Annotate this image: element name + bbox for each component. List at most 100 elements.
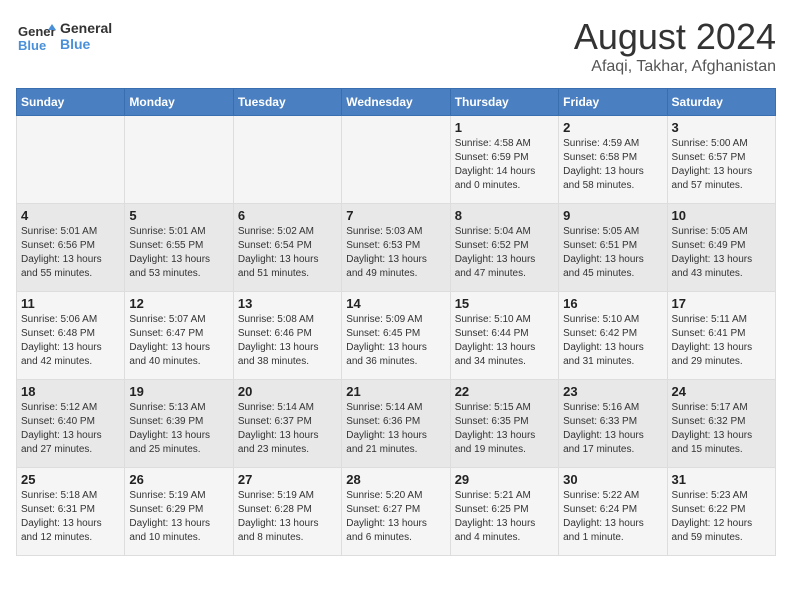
calendar-cell: 5Sunrise: 5:01 AM Sunset: 6:55 PM Daylig… xyxy=(125,204,233,292)
day-number: 15 xyxy=(455,296,554,311)
calendar-cell: 26 Sunrise: 5:19 AM Sunset: 6:29 PM Dayli… xyxy=(125,468,233,556)
calendar-cell: 28 Sunrise: 5:20 AM Sunset: 6:27 PM Dayli… xyxy=(342,468,450,556)
calendar-cell: 10 Sunrise: 5:05 AM Sunset: 6:49 PM Dayli… xyxy=(667,204,775,292)
calendar-cell: 31 Sunrise: 5:23 AM Sunset: 6:22 PM Dayli… xyxy=(667,468,775,556)
day-number: 27 xyxy=(238,472,337,487)
calendar-cell: 9 Sunrise: 5:05 AM Sunset: 6:51 PM Daylig… xyxy=(559,204,667,292)
calendar-week-2: 4Sunrise: 5:01 AM Sunset: 6:56 PM Daylig… xyxy=(17,204,776,292)
day-number: 29 xyxy=(455,472,554,487)
day-number: 20 xyxy=(238,384,337,399)
calendar-cell: 18 Sunrise: 5:12 AM Sunset: 6:40 PM Dayli… xyxy=(17,380,125,468)
day-number: 5 xyxy=(129,208,228,223)
calendar-cell: 22Sunrise: 5:15 AM Sunset: 6:35 PM Dayli… xyxy=(450,380,558,468)
day-number: 26 xyxy=(129,472,228,487)
day-info: Sunrise: 5:20 AM Sunset: 6:27 PM Dayligh… xyxy=(346,489,445,545)
logo-line1: General xyxy=(60,20,112,36)
calendar-table: SundayMondayTuesdayWednesdayThursdayFrid… xyxy=(16,88,776,556)
day-number: 3 xyxy=(672,120,771,135)
day-number: 1 xyxy=(455,120,554,135)
calendar-cell: 30Sunrise: 5:22 AM Sunset: 6:24 PM Dayli… xyxy=(559,468,667,556)
calendar-cell: 29 Sunrise: 5:21 AM Sunset: 6:25 PM Dayli… xyxy=(450,468,558,556)
day-number: 9 xyxy=(563,208,662,223)
calendar-cell: 27 Sunrise: 5:19 AM Sunset: 6:28 PM Dayli… xyxy=(233,468,341,556)
day-number: 28 xyxy=(346,472,445,487)
day-info: Sunrise: 5:19 AM Sunset: 6:28 PM Dayligh… xyxy=(238,489,337,545)
day-number: 10 xyxy=(672,208,771,223)
day-info: Sunrise: 5:06 AM Sunset: 6:48 PM Dayligh… xyxy=(21,313,120,369)
logo-icon: General Blue xyxy=(16,16,56,56)
day-number: 4 xyxy=(21,208,120,223)
page-header: General Blue General Blue August 2024 Af… xyxy=(16,16,776,76)
day-number: 17 xyxy=(672,296,771,311)
header-thursday: Thursday xyxy=(450,89,558,116)
calendar-cell xyxy=(233,116,341,204)
calendar-cell: 12Sunrise: 5:07 AM Sunset: 6:47 PM Dayli… xyxy=(125,292,233,380)
calendar-cell xyxy=(17,116,125,204)
svg-text:General: General xyxy=(18,24,56,39)
page-subtitle: Afaqi, Takhar, Afghanistan xyxy=(574,58,776,76)
day-number: 22 xyxy=(455,384,554,399)
calendar-cell: 23Sunrise: 5:16 AM Sunset: 6:33 PM Dayli… xyxy=(559,380,667,468)
calendar-week-3: 11 Sunrise: 5:06 AM Sunset: 6:48 PM Dayli… xyxy=(17,292,776,380)
day-info: Sunrise: 5:00 AM Sunset: 6:57 PM Dayligh… xyxy=(672,137,771,193)
day-info: Sunrise: 4:58 AM Sunset: 6:59 PM Dayligh… xyxy=(455,137,554,193)
calendar-cell: 14 Sunrise: 5:09 AM Sunset: 6:45 PM Dayli… xyxy=(342,292,450,380)
header-wednesday: Wednesday xyxy=(342,89,450,116)
day-info: Sunrise: 5:09 AM Sunset: 6:45 PM Dayligh… xyxy=(346,313,445,369)
header-sunday: Sunday xyxy=(17,89,125,116)
day-number: 18 xyxy=(21,384,120,399)
day-info: Sunrise: 5:19 AM Sunset: 6:29 PM Dayligh… xyxy=(129,489,228,545)
calendar-cell: 1 Sunrise: 4:58 AM Sunset: 6:59 PM Daylig… xyxy=(450,116,558,204)
day-info: Sunrise: 4:59 AM Sunset: 6:58 PM Dayligh… xyxy=(563,137,662,193)
title-block: August 2024 Afaqi, Takhar, Afghanistan xyxy=(574,16,776,76)
calendar-cell: 16 Sunrise: 5:10 AM Sunset: 6:42 PM Dayli… xyxy=(559,292,667,380)
page-title: August 2024 xyxy=(574,16,776,58)
day-number: 14 xyxy=(346,296,445,311)
day-number: 12 xyxy=(129,296,228,311)
day-info: Sunrise: 5:10 AM Sunset: 6:42 PM Dayligh… xyxy=(563,313,662,369)
day-number: 31 xyxy=(672,472,771,487)
day-number: 23 xyxy=(563,384,662,399)
day-info: Sunrise: 5:18 AM Sunset: 6:31 PM Dayligh… xyxy=(21,489,120,545)
day-info: Sunrise: 5:02 AM Sunset: 6:54 PM Dayligh… xyxy=(238,225,337,281)
calendar-cell: 25 Sunrise: 5:18 AM Sunset: 6:31 PM Dayli… xyxy=(17,468,125,556)
day-info: Sunrise: 5:13 AM Sunset: 6:39 PM Dayligh… xyxy=(129,401,228,457)
day-number: 13 xyxy=(238,296,337,311)
day-info: Sunrise: 5:12 AM Sunset: 6:40 PM Dayligh… xyxy=(21,401,120,457)
day-info: Sunrise: 5:11 AM Sunset: 6:41 PM Dayligh… xyxy=(672,313,771,369)
day-number: 25 xyxy=(21,472,120,487)
calendar-cell: 15 Sunrise: 5:10 AM Sunset: 6:44 PM Dayli… xyxy=(450,292,558,380)
day-number: 30 xyxy=(563,472,662,487)
calendar-cell: 21Sunrise: 5:14 AM Sunset: 6:36 PM Dayli… xyxy=(342,380,450,468)
day-info: Sunrise: 5:17 AM Sunset: 6:32 PM Dayligh… xyxy=(672,401,771,457)
day-info: Sunrise: 5:23 AM Sunset: 6:22 PM Dayligh… xyxy=(672,489,771,545)
day-number: 24 xyxy=(672,384,771,399)
day-info: Sunrise: 5:10 AM Sunset: 6:44 PM Dayligh… xyxy=(455,313,554,369)
day-number: 16 xyxy=(563,296,662,311)
day-info: Sunrise: 5:03 AM Sunset: 6:53 PM Dayligh… xyxy=(346,225,445,281)
day-number: 19 xyxy=(129,384,228,399)
day-info: Sunrise: 5:05 AM Sunset: 6:49 PM Dayligh… xyxy=(672,225,771,281)
calendar-cell: 6 Sunrise: 5:02 AM Sunset: 6:54 PM Daylig… xyxy=(233,204,341,292)
header-friday: Friday xyxy=(559,89,667,116)
calendar-cell: 24 Sunrise: 5:17 AM Sunset: 6:32 PM Dayli… xyxy=(667,380,775,468)
calendar-cell: 2 Sunrise: 4:59 AM Sunset: 6:58 PM Daylig… xyxy=(559,116,667,204)
header-saturday: Saturday xyxy=(667,89,775,116)
calendar-cell: 11 Sunrise: 5:06 AM Sunset: 6:48 PM Dayli… xyxy=(17,292,125,380)
calendar-cell: 17 Sunrise: 5:11 AM Sunset: 6:41 PM Dayli… xyxy=(667,292,775,380)
calendar-cell: 19 Sunrise: 5:13 AM Sunset: 6:39 PM Dayli… xyxy=(125,380,233,468)
calendar-cell: 7Sunrise: 5:03 AM Sunset: 6:53 PM Daylig… xyxy=(342,204,450,292)
calendar-cell: 3 Sunrise: 5:00 AM Sunset: 6:57 PM Daylig… xyxy=(667,116,775,204)
day-number: 6 xyxy=(238,208,337,223)
day-number: 11 xyxy=(21,296,120,311)
day-info: Sunrise: 5:05 AM Sunset: 6:51 PM Dayligh… xyxy=(563,225,662,281)
header-monday: Monday xyxy=(125,89,233,116)
day-info: Sunrise: 5:21 AM Sunset: 6:25 PM Dayligh… xyxy=(455,489,554,545)
calendar-cell: 20Sunrise: 5:14 AM Sunset: 6:37 PM Dayli… xyxy=(233,380,341,468)
day-info: Sunrise: 5:08 AM Sunset: 6:46 PM Dayligh… xyxy=(238,313,337,369)
header-tuesday: Tuesday xyxy=(233,89,341,116)
day-number: 2 xyxy=(563,120,662,135)
calendar-week-5: 25 Sunrise: 5:18 AM Sunset: 6:31 PM Dayli… xyxy=(17,468,776,556)
calendar-header-row: SundayMondayTuesdayWednesdayThursdayFrid… xyxy=(17,89,776,116)
calendar-week-4: 18 Sunrise: 5:12 AM Sunset: 6:40 PM Dayli… xyxy=(17,380,776,468)
